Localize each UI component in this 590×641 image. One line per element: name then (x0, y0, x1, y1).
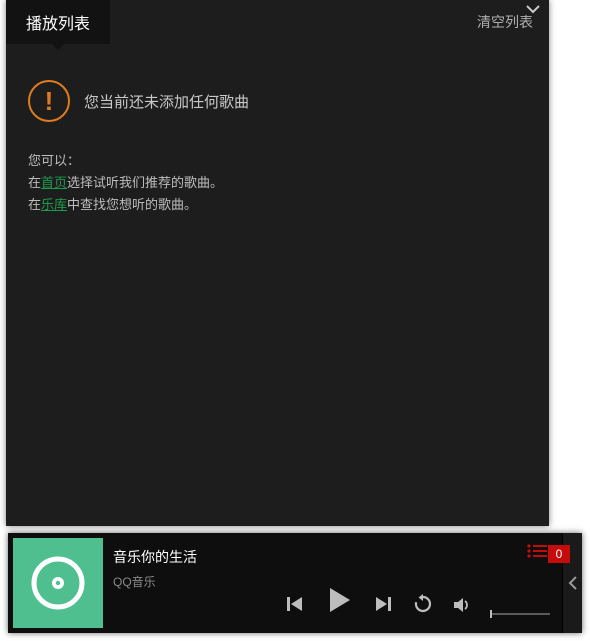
hint-intro: 您可以： (28, 150, 527, 172)
hint-lines: 您可以： 在首页选择试听我们推荐的歌曲。 在乐库中查找您想听的歌曲。 (28, 150, 527, 216)
play-button[interactable] (324, 585, 354, 615)
queue-indicator-group: 0 (526, 543, 570, 564)
album-art[interactable] (13, 538, 103, 628)
hint-line-1: 在首页选择试听我们推荐的歌曲。 (28, 172, 527, 194)
volume-thumb[interactable] (490, 610, 492, 618)
prev-button[interactable] (284, 593, 306, 615)
track-title: 音乐你的生活 (113, 547, 243, 567)
header-spacer (110, 0, 461, 44)
loop-button[interactable] (412, 593, 434, 615)
link-library[interactable]: 乐库 (41, 197, 67, 212)
chevron-left-icon (568, 575, 578, 591)
link-home[interactable]: 首页 (41, 175, 67, 190)
hint1-post: 选择试听我们推荐的歌曲。 (67, 175, 223, 190)
volume-slider[interactable] (490, 613, 550, 615)
hint-line-2: 在乐库中查找您想听的歌曲。 (28, 194, 527, 216)
clear-label: 清空列表 (477, 12, 533, 32)
collapse-chevron-icon[interactable] (525, 4, 541, 14)
hint2-post: 中查找您想听的歌曲。 (67, 197, 197, 212)
playlist-panel: 播放列表 清空列表 ! 您当前还未添加任何歌曲 您可以： 在首页选择试听我们推荐… (6, 0, 549, 526)
player-controls: 0 (243, 533, 562, 633)
hint1-pre: 在 (28, 175, 41, 190)
next-button[interactable] (372, 593, 394, 615)
track-info: 音乐你的生活 QQ音乐 (113, 533, 243, 633)
hint2-pre: 在 (28, 197, 41, 212)
queue-count-badge: 0 (548, 545, 570, 563)
warning-row: ! 您当前还未添加任何歌曲 (28, 80, 527, 122)
player-bar: 音乐你的生活 QQ音乐 0 (8, 533, 582, 633)
queue-button[interactable]: 0 (526, 543, 570, 564)
warning-text: 您当前还未添加任何歌曲 (84, 91, 249, 112)
volume-button[interactable] (452, 595, 472, 615)
warning-icon: ! (28, 80, 70, 122)
tab-label: 播放列表 (26, 10, 90, 34)
tab-playlist[interactable]: 播放列表 (6, 0, 110, 44)
empty-state: ! 您当前还未添加任何歌曲 您可以： 在首页选择试听我们推荐的歌曲。 在乐库中查… (6, 44, 549, 216)
panel-header: 播放列表 清空列表 (6, 0, 549, 44)
track-artist: QQ音乐 (113, 573, 243, 590)
list-icon (526, 543, 548, 564)
